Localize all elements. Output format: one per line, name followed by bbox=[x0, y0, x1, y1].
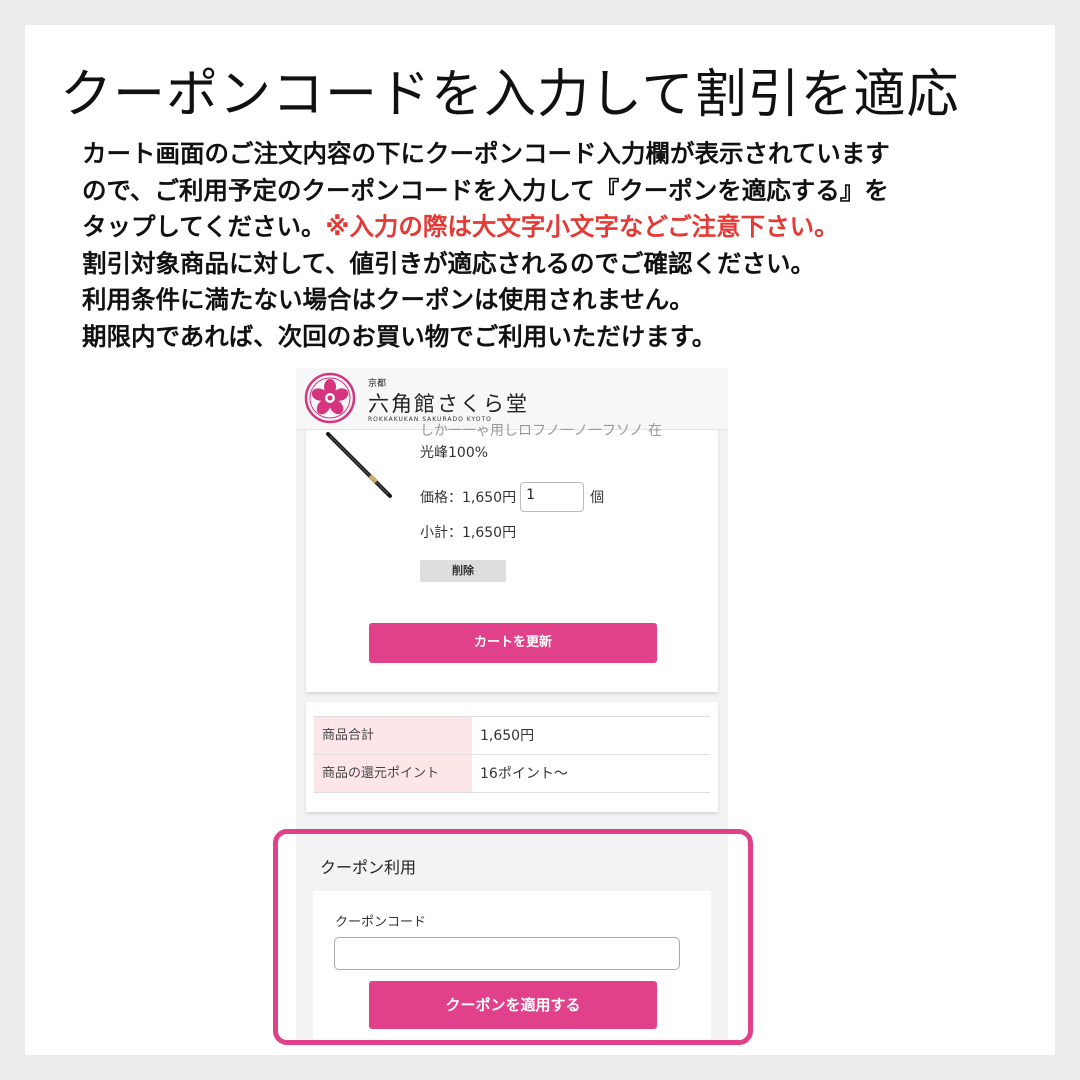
cart-item: しか一一ゃ用しロフノ一ノ一フソノ 在 光峰100% 価格：1,650円 1 個 … bbox=[306, 423, 718, 692]
summary-key: 商品の還元ポイント bbox=[314, 755, 472, 792]
unit-label: 個 bbox=[590, 490, 605, 506]
instructions: カート画面のご注文内容の下にクーポンコード入力欄が表示されています ので、ご利用… bbox=[82, 136, 982, 355]
price-row: 価格：1,650円 1 個 bbox=[420, 482, 604, 512]
instruction-line: 期限内であれば、次回のお買い物でご利用いただけます。 bbox=[82, 321, 717, 351]
update-cart-button[interactable]: カートを更新 bbox=[369, 623, 657, 663]
shop-name: 六角館さくら堂 bbox=[368, 392, 529, 416]
sakura-crest-icon bbox=[304, 372, 356, 424]
quantity-input[interactable]: 1 bbox=[520, 482, 585, 512]
product-name-cut: しか一一ゃ用しロフノ一ノ一フソノ 在 bbox=[420, 423, 663, 439]
instruction-line: 利用条件に満たない場合はクーポンは使用されません。 bbox=[82, 285, 694, 314]
coupon-highlight-frame bbox=[273, 829, 753, 1045]
summary-value: 16ポイント～ bbox=[480, 766, 568, 782]
instruction-text: タップしてください。 bbox=[82, 212, 326, 241]
summary-value: 1,650円 bbox=[480, 728, 535, 744]
instruction-line: カート画面のご注文内容の下にクーポンコード入力欄が表示されています bbox=[82, 139, 890, 168]
table-row: 商品の還元ポイント 16ポイント～ bbox=[314, 755, 710, 793]
summary-table: 商品合計 1,650円 商品の還元ポイント 16ポイント～ bbox=[314, 716, 710, 793]
instruction-line: ので、ご利用予定のクーポンコードを入力して『クーポンを適応する』を bbox=[82, 175, 889, 205]
subtotal: 小計：1,650円 bbox=[420, 525, 517, 541]
summary-key: 商品合計 bbox=[314, 717, 472, 754]
brush-product-image bbox=[326, 432, 392, 498]
instruction-line: タップしてください。※入力の際は大文字小文字などご注意下さい。 bbox=[82, 209, 982, 246]
product-name-line: 光峰100% bbox=[420, 445, 489, 461]
product-name: しか一一ゃ用しロフノ一ノ一フソノ 在 光峰100% bbox=[420, 420, 662, 464]
warning-text: ※入力の際は大文字小文字などご注意下さい。 bbox=[325, 212, 839, 241]
instruction-line: 割引対象商品に対して、値引きが適応されるのでご確認ください。 bbox=[82, 248, 816, 278]
order-summary: 商品合計 1,650円 商品の還元ポイント 16ポイント～ bbox=[306, 702, 718, 812]
page-title: クーポンコードを入力して割引を適応 bbox=[60, 65, 960, 125]
price-label: 価格：1,650円 bbox=[420, 490, 517, 506]
delete-button[interactable]: 削除 bbox=[420, 560, 506, 582]
table-row: 商品合計 1,650円 bbox=[314, 717, 710, 755]
